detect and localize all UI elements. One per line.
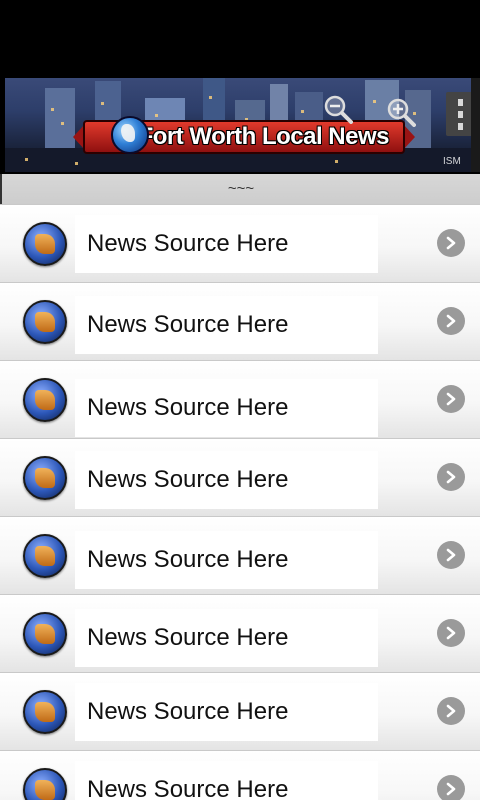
list-item[interactable]: News Source Here (0, 204, 480, 282)
news-globe-icon (23, 690, 67, 734)
list-item-label: News Source Here (87, 624, 289, 651)
list-item-label: News Source Here (87, 698, 289, 725)
chevron-right-icon[interactable] (437, 385, 465, 413)
news-globe-icon (23, 456, 67, 500)
globe-logo-icon (111, 116, 149, 154)
news-globe-icon (23, 378, 67, 422)
news-globe-icon (23, 612, 67, 656)
list-item[interactable]: News Source Here (0, 594, 480, 672)
banner-stamp: ISM (443, 156, 461, 167)
list-item-label: News Source Here (87, 466, 289, 493)
list-item-label: News Source Here (87, 230, 289, 257)
news-source-list: News Source Here News Source Here News S… (0, 204, 480, 800)
list-item-label: News Source Here (87, 546, 289, 573)
list-item[interactable]: News Source Here (0, 750, 480, 800)
chevron-right-icon[interactable] (437, 697, 465, 725)
header-banner: Fort Worth Local News ISM (5, 78, 471, 172)
zoom-in-icon[interactable] (386, 97, 416, 127)
banner-edge (471, 78, 480, 172)
chevron-right-icon[interactable] (437, 619, 465, 647)
list-item[interactable]: News Source Here (0, 360, 480, 438)
chevron-right-icon[interactable] (437, 775, 465, 800)
list-item-label: News Source Here (87, 394, 289, 421)
chevron-right-icon[interactable] (437, 541, 465, 569)
list-item[interactable]: News Source Here (0, 438, 480, 516)
news-globe-icon (23, 222, 67, 266)
chevron-right-icon[interactable] (437, 463, 465, 491)
news-globe-icon (23, 768, 67, 800)
chevron-right-icon[interactable] (437, 229, 465, 257)
chevron-right-icon[interactable] (437, 307, 465, 335)
section-subheader: ~~~ (0, 174, 480, 204)
list-item[interactable]: News Source Here (0, 282, 480, 360)
list-item[interactable]: News Source Here (0, 516, 480, 594)
list-item[interactable]: News Source Here (0, 672, 480, 750)
overflow-menu-button[interactable] (446, 92, 471, 136)
zoom-out-icon[interactable] (323, 94, 353, 124)
subheader-text: ~~~ (227, 180, 255, 197)
app-title: Fort Worth Local News (138, 123, 390, 150)
list-item-label: News Source Here (87, 311, 289, 338)
status-bar (0, 0, 480, 78)
list-item-label: News Source Here (87, 776, 289, 800)
news-globe-icon (23, 300, 67, 344)
news-globe-icon (23, 534, 67, 578)
overflow-menu-icon (457, 98, 463, 106)
